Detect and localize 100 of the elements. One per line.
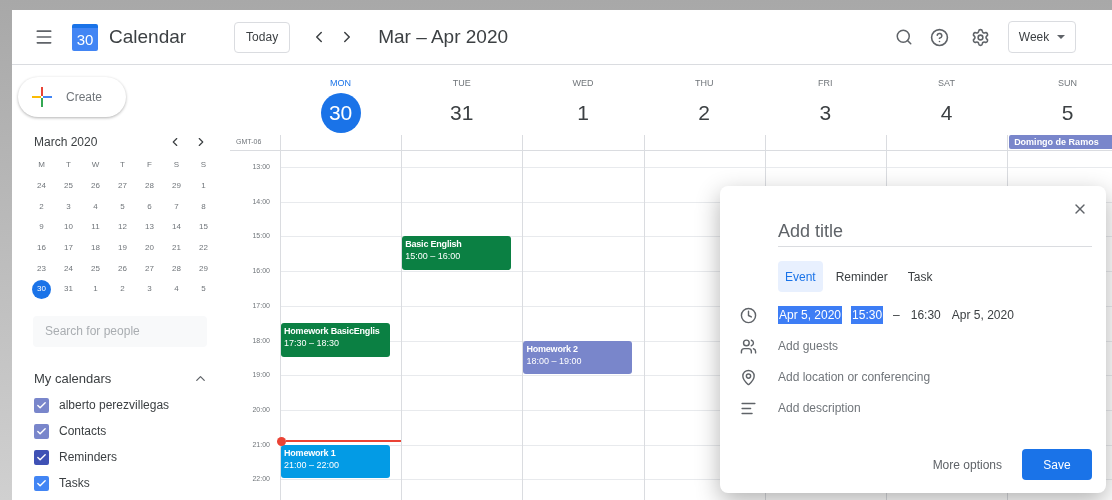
event-time: 18:00 – 19:00 [526, 354, 583, 367]
mini-calendar-day[interactable]: 15 [199, 221, 208, 234]
mini-calendar-day[interactable]: 4 [93, 200, 98, 213]
mini-calendar-day[interactable]: 12 [118, 221, 127, 234]
mini-calendar-day[interactable]: 17 [64, 242, 73, 255]
event-type-tab[interactable]: Task [900, 261, 940, 292]
mini-calendar-day[interactable]: 20 [145, 242, 154, 255]
event-title: Homework BasicEnglis [284, 325, 381, 338]
calendar-checkbox[interactable] [34, 423, 49, 439]
mini-calendar-day[interactable]: 7 [174, 200, 179, 213]
today-button[interactable]: Today [234, 21, 291, 53]
mini-calendar-day[interactable]: 24 [64, 262, 73, 275]
month-title: March 2020 [34, 134, 99, 151]
mini-calendar-day[interactable]: 5 [120, 200, 125, 213]
search-icon[interactable] [895, 28, 913, 46]
mini-calendar-day[interactable]: 25 [91, 262, 100, 275]
location-pin-icon [740, 368, 757, 386]
day-number[interactable]: 31 [450, 92, 474, 133]
day-number[interactable]: 2 [698, 92, 710, 133]
event-title: Homework 2 [526, 342, 579, 355]
check-icon [36, 399, 47, 411]
mini-calendar-day[interactable]: 18 [91, 242, 100, 255]
calendar-event[interactable]: Basic English 15:00 – 16:00 [402, 236, 512, 271]
mini-calendar-day[interactable]: 24 [37, 180, 46, 193]
calendar-event[interactable]: Homework 1 21:00 – 22:00 [281, 444, 390, 479]
date-time-value[interactable]: – [892, 306, 901, 324]
mini-calendar-day[interactable]: 29 [172, 180, 181, 193]
mini-calendar-day[interactable]: 21 [172, 242, 181, 255]
more-options-button[interactable]: More options [930, 449, 1004, 480]
mini-calendar-day[interactable]: 26 [91, 180, 100, 193]
mini-calendar-day[interactable]: 8 [201, 200, 206, 213]
mini-calendar-day[interactable]: 28 [172, 262, 181, 275]
mini-calendar-day[interactable]: 27 [145, 262, 154, 275]
weekday-label: F [147, 159, 152, 172]
mini-calendar-day[interactable]: 23 [37, 262, 46, 275]
weekday-label: SUN [1058, 77, 1078, 90]
event-type-tab[interactable]: Reminder [828, 261, 895, 292]
mini-calendar-day[interactable]: 14 [172, 221, 181, 234]
date-time-value[interactable]: Apr 5, 2020 [778, 306, 843, 324]
caret-icon [1057, 35, 1066, 39]
day-number[interactable]: 4 [940, 92, 953, 133]
calendar-event[interactable]: Homework 2 18:00 – 19:00 [523, 340, 633, 375]
all-day-event[interactable]: Domingo de Ramos [1009, 135, 1112, 149]
mini-calendar-day[interactable]: 1 [201, 180, 206, 193]
view-select[interactable]: Week [1008, 21, 1076, 53]
weekday-label: T [120, 159, 125, 172]
day-number[interactable]: 1 [577, 92, 589, 133]
weekday-label: M [38, 159, 45, 172]
mini-calendar-day[interactable]: 1 [93, 283, 98, 296]
mini-calendar-day[interactable]: 9 [39, 221, 44, 234]
mini-calendar-day[interactable]: 6 [147, 200, 152, 213]
mini-calendar-day[interactable]: 11 [91, 221, 100, 234]
mini-calendar-day[interactable]: 29 [199, 262, 208, 275]
create-button[interactable]: Create [18, 77, 126, 117]
mini-calendar-day[interactable]: 28 [145, 180, 154, 193]
weekday-label: THU [694, 77, 714, 90]
calendar-event[interactable]: Homework BasicEnglis 17:30 – 18:30 [281, 323, 390, 357]
mini-calendar-day[interactable]: 25 [64, 180, 73, 193]
check-icon [36, 425, 47, 437]
mini-calendar-day[interactable]: 3 [66, 200, 71, 213]
event-type-tab[interactable]: Event [778, 261, 823, 292]
calendar-checkbox[interactable] [34, 449, 49, 465]
mini-calendar-day[interactable]: 10 [64, 221, 73, 234]
settings-icon[interactable] [971, 27, 990, 47]
mini-calendar-day[interactable]: 4 [174, 283, 179, 296]
weekday-label: TUE [452, 77, 471, 90]
date-time-value[interactable]: Apr 5, 2020 [950, 306, 1015, 324]
mini-calendar-day[interactable]: 16 [37, 242, 46, 255]
calendar-name: alberto perezvillegas [59, 397, 170, 415]
menu-icon[interactable] [34, 27, 54, 47]
mini-calendar-day[interactable]: 2 [39, 200, 44, 213]
app-name: Calendar [109, 24, 187, 49]
mini-calendar-day[interactable]: 30 [32, 279, 51, 299]
event-title: Homework 1 [284, 446, 337, 459]
calendar-checkbox[interactable] [34, 397, 49, 413]
calendar-checkbox[interactable] [34, 475, 49, 491]
mini-calendar-day[interactable]: 27 [118, 180, 127, 193]
mini-calendar-day[interactable]: 31 [64, 283, 73, 296]
help-icon[interactable] [930, 27, 949, 47]
title-field[interactable]: Add title [778, 217, 1092, 247]
weekday-label: S [173, 159, 180, 172]
mini-calendar-day[interactable]: 19 [118, 242, 127, 255]
mini-calendar-day[interactable]: 5 [201, 283, 206, 296]
save-button[interactable]: Save [1022, 449, 1092, 480]
date-time-value[interactable]: 15:30 [851, 306, 884, 324]
people-search-field[interactable]: Search for people [33, 315, 207, 347]
mini-calendar-day[interactable]: 3 [147, 283, 152, 296]
mini-calendar-day[interactable]: 26 [118, 262, 127, 275]
weekday-label: W [91, 159, 100, 172]
dialog-field[interactable]: Add description [778, 399, 861, 417]
mini-calendar-day[interactable]: 2 [120, 283, 125, 296]
mini-calendar-day[interactable]: 22 [199, 242, 208, 255]
day-number[interactable]: 5 [1061, 92, 1074, 133]
day-number[interactable]: 30 [320, 92, 361, 133]
date-time-value[interactable]: 16:30 [909, 306, 942, 324]
weekday-label: WED [572, 77, 594, 90]
dialog-field[interactable]: Add guests [778, 337, 839, 355]
dialog-field[interactable]: Add location or conferencing [778, 368, 931, 386]
mini-calendar-day[interactable]: 13 [145, 221, 154, 234]
day-number[interactable]: 3 [819, 92, 832, 133]
